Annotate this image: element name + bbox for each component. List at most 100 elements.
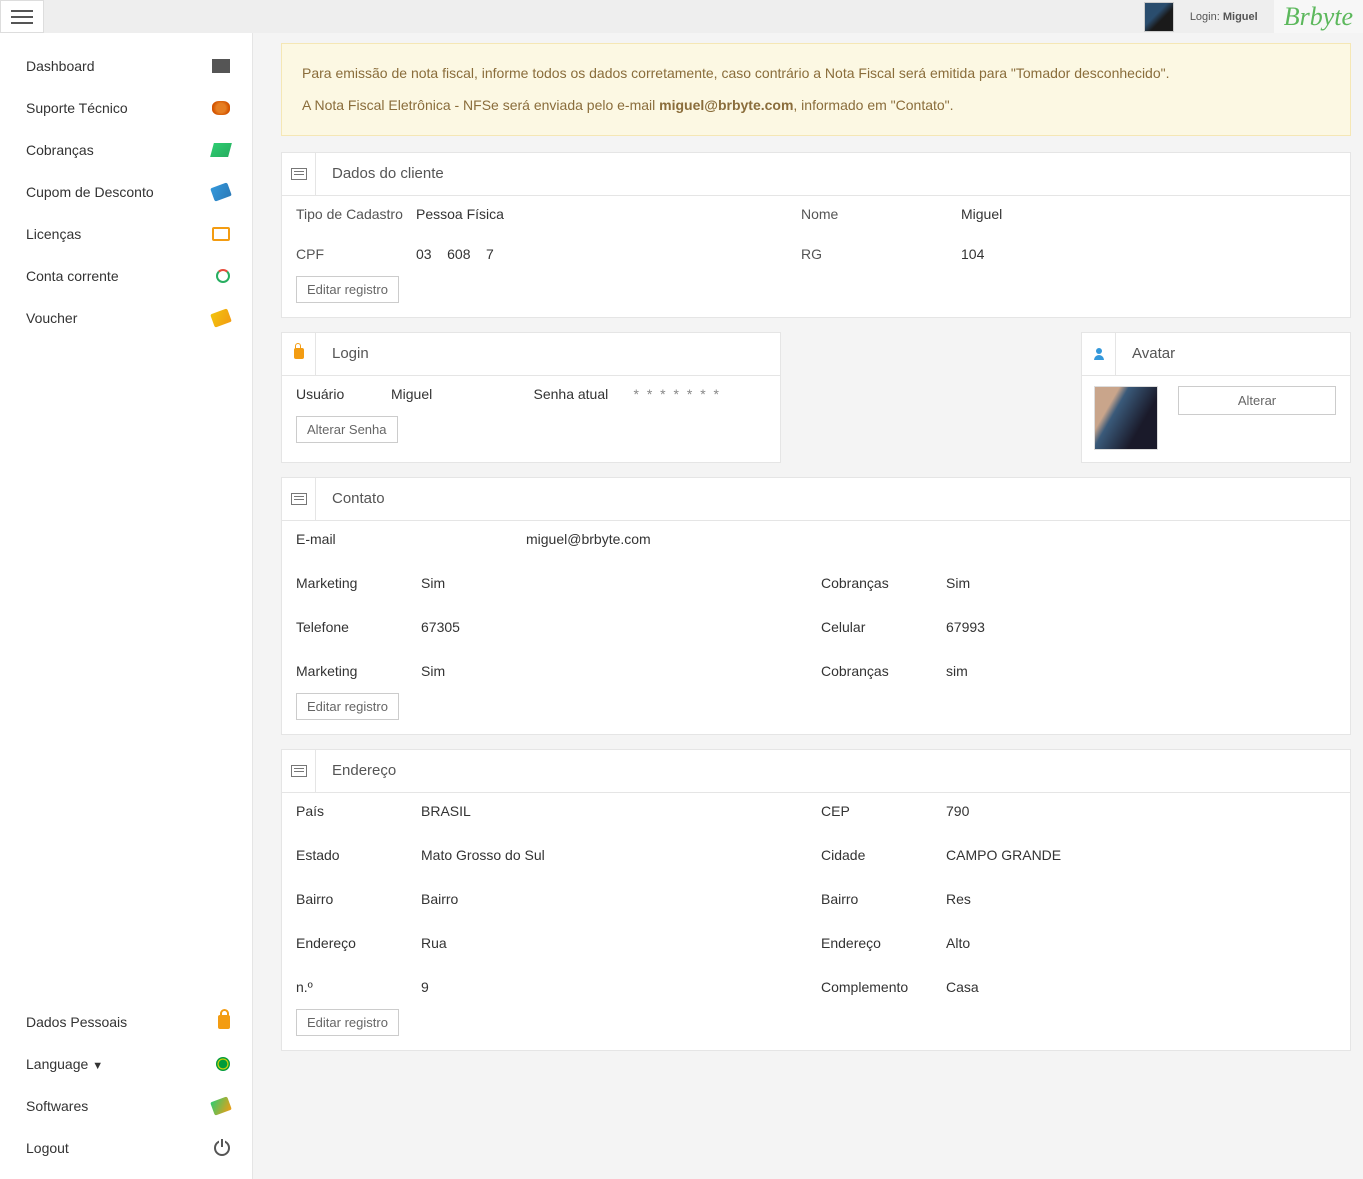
label-cobrancas2: Cobranças [821, 663, 936, 679]
hamburger-menu[interactable] [0, 0, 44, 33]
sidebar-item-label: Voucher [26, 310, 77, 326]
value-cpf: 03 608 7 [416, 246, 791, 262]
label-marketing2: Marketing [296, 663, 411, 679]
sidebar-item-dashboard[interactable]: Dashboard [0, 45, 252, 87]
label-pais: País [296, 803, 411, 819]
value-bairro1: Bairro [421, 891, 811, 907]
topbar-avatar[interactable] [1144, 2, 1174, 32]
value-estado: Mato Grosso do Sul [421, 847, 811, 863]
label-endereco2: Endereço [821, 935, 936, 951]
invoice-warning-alert: Para emissão de nota fiscal, informe tod… [281, 43, 1351, 136]
brand-logo: Brbyte [1274, 0, 1363, 33]
panel-title: Avatar [1116, 345, 1191, 362]
value-cep: 790 [946, 803, 1336, 819]
label-marketing: Marketing [296, 575, 411, 591]
sidebar-item-softwares[interactable]: Softwares [0, 1085, 252, 1127]
value-cidade: CAMPO GRANDE [946, 847, 1336, 863]
label-cobrancas: Cobranças [821, 575, 936, 591]
cash-icon [210, 143, 232, 157]
label-cep: CEP [821, 803, 936, 819]
panel-address: Endereço País BRASIL CEP 790 Estado Mato… [281, 749, 1351, 1051]
value-endereco2: Alto [946, 935, 1336, 951]
topbar: Login: Miguel Brbyte [0, 0, 1363, 33]
sidebar-item-coupon[interactable]: Cupom de Desconto [0, 171, 252, 213]
value-pais: BRASIL [421, 803, 811, 819]
value-complemento: Casa [946, 979, 1336, 995]
software-icon [210, 1096, 232, 1115]
value-rg: 104 [961, 246, 1336, 262]
value-usuario: Miguel [391, 386, 524, 402]
main-content: Para emissão de nota fiscal, informe tod… [252, 33, 1363, 1179]
value-cobrancas: Sim [946, 575, 1336, 591]
value-email: miguel@brbyte.com [421, 531, 1336, 547]
card-icon [212, 227, 230, 241]
document-icon [282, 750, 316, 792]
label-email: E-mail [296, 531, 411, 547]
alert-line2: A Nota Fiscal Eletrônica - NFSe será env… [302, 94, 1330, 116]
sidebar-item-label: Cupom de Desconto [26, 184, 154, 200]
label-rg: RG [801, 246, 951, 262]
document-icon [282, 153, 316, 195]
sidebar-item-billing[interactable]: Cobranças [0, 129, 252, 171]
voucher-icon [210, 308, 232, 327]
flag-icon [216, 1057, 230, 1071]
value-endereco1: Rua [421, 935, 811, 951]
edit-contact-button[interactable]: Editar registro [296, 693, 399, 720]
sidebar-item-label: Conta corrente [26, 268, 119, 284]
person-icon [1082, 333, 1116, 375]
label-nome: Nome [801, 206, 951, 222]
label-endereco1: Endereço [296, 935, 411, 951]
edit-address-button[interactable]: Editar registro [296, 1009, 399, 1036]
chevron-down-icon: ▼ [92, 1060, 103, 1072]
dashboard-icon [212, 59, 230, 73]
value-celular: 67993 [946, 619, 1336, 635]
sidebar-item-voucher[interactable]: Voucher [0, 297, 252, 339]
sidebar-item-account[interactable]: Conta corrente [0, 255, 252, 297]
label-numero: n.º [296, 979, 411, 995]
sidebar-item-label: Cobranças [26, 142, 94, 158]
power-icon [214, 1140, 230, 1156]
sidebar-item-support[interactable]: Suporte Técnico [0, 87, 252, 129]
panel-login: Login Usuário Miguel Senha atual * * * *… [281, 332, 781, 463]
sidebar-item-label: Softwares [26, 1098, 88, 1114]
value-tipo-cadastro: Pessoa Física [416, 206, 791, 222]
panel-title: Contato [316, 490, 401, 507]
sidebar-item-label: Licenças [26, 226, 81, 242]
change-password-button[interactable]: Alterar Senha [296, 416, 398, 443]
lock-icon [218, 1015, 230, 1029]
label-cidade: Cidade [821, 847, 936, 863]
label-cpf: CPF [296, 246, 406, 262]
sidebar-item-personal-data[interactable]: Dados Pessoais [0, 1001, 252, 1043]
sidebar-item-licenses[interactable]: Licenças [0, 213, 252, 255]
panel-title: Login [316, 345, 385, 362]
label-tipo-cadastro: Tipo de Cadastro [296, 206, 406, 222]
sidebar-item-label: Suporte Técnico [26, 100, 128, 116]
label-usuario: Usuário [296, 386, 381, 402]
sidebar: Dashboard Suporte Técnico Cobranças Cupo… [0, 33, 252, 1179]
alert-line1: Para emissão de nota fiscal, informe tod… [302, 62, 1330, 84]
coupon-icon [210, 182, 232, 201]
label-senha: Senha atual [534, 386, 624, 402]
edit-client-button[interactable]: Editar registro [296, 276, 399, 303]
label-estado: Estado [296, 847, 411, 863]
sidebar-item-label: Dashboard [26, 58, 95, 74]
change-avatar-button[interactable]: Alterar [1178, 386, 1336, 415]
panel-title: Endereço [316, 762, 412, 779]
sidebar-item-label: Dados Pessoais [26, 1014, 127, 1030]
value-bairro2: Res [946, 891, 1336, 907]
label-telefone: Telefone [296, 619, 411, 635]
topbar-login-text: Login: Miguel [1182, 11, 1266, 23]
panel-avatar: Avatar Alterar [1081, 332, 1351, 463]
panel-title: Dados do cliente [316, 165, 460, 182]
sidebar-item-language[interactable]: Language▼ [0, 1043, 252, 1085]
lock-icon [282, 333, 316, 375]
value-marketing: Sim [421, 575, 811, 591]
support-icon [212, 101, 230, 115]
panel-client-data: Dados do cliente Tipo de Cadastro Pessoa… [281, 152, 1351, 318]
value-numero: 9 [421, 979, 811, 995]
avatar-image [1094, 386, 1158, 450]
sidebar-item-logout[interactable]: Logout [0, 1127, 252, 1169]
panel-contact: Contato E-mail miguel@brbyte.com Marketi… [281, 477, 1351, 735]
document-icon [282, 478, 316, 520]
label-celular: Celular [821, 619, 936, 635]
